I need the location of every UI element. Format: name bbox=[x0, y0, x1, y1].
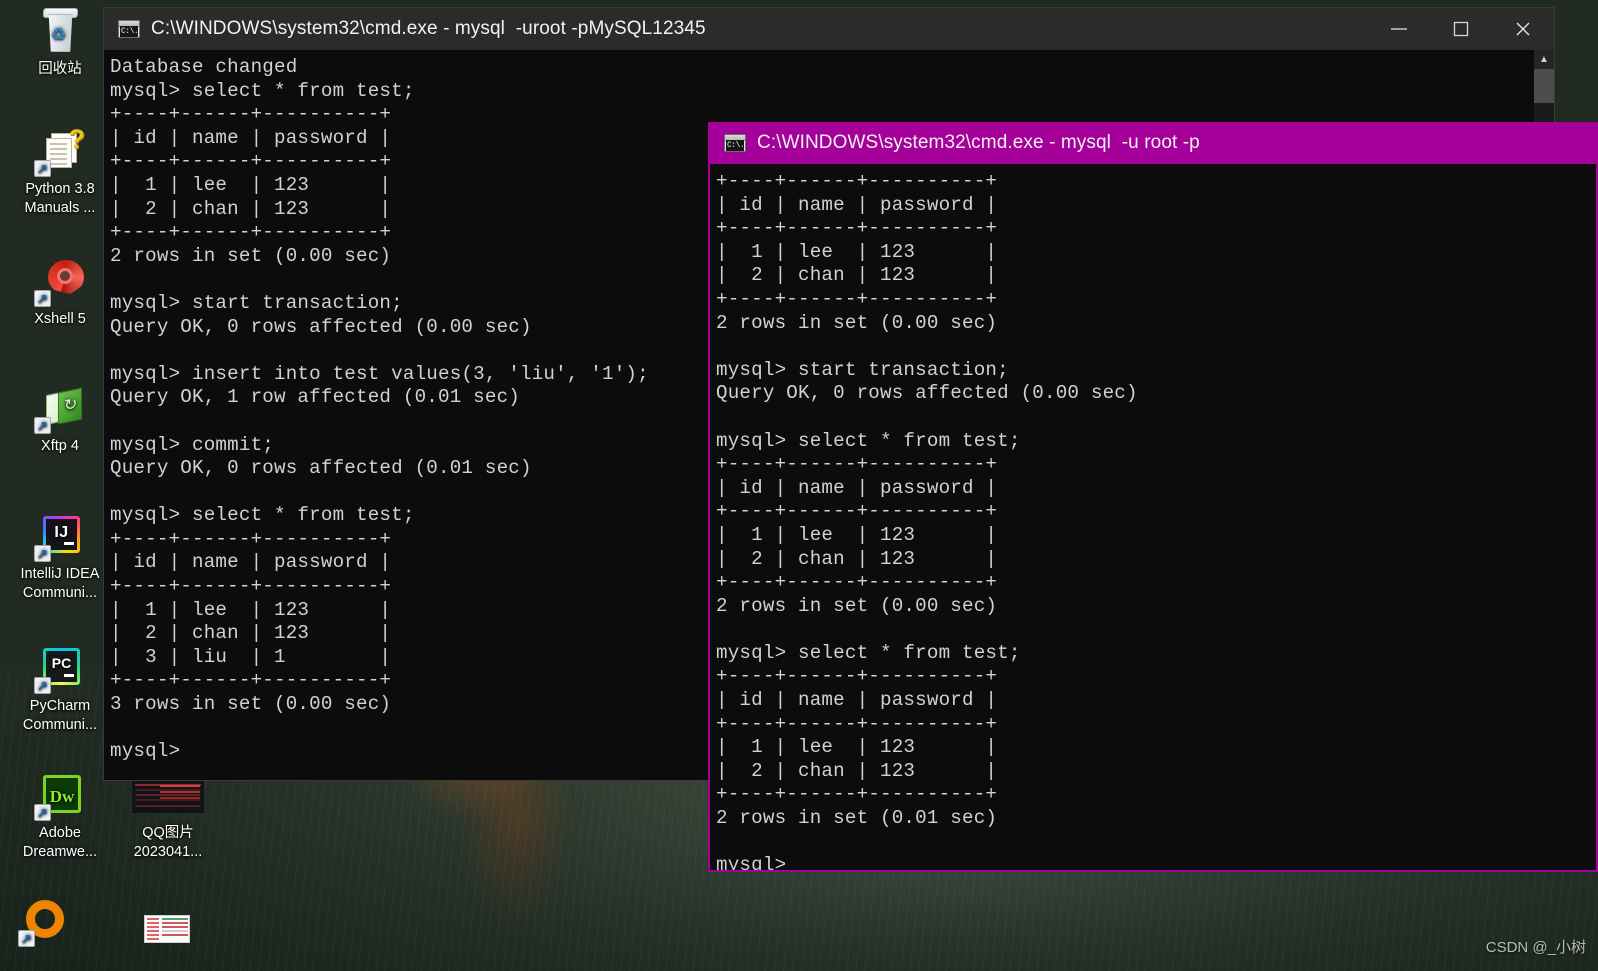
window2-titlebar[interactable]: C:\WINDOWS\system32\cmd.exe - mysql -u r… bbox=[710, 122, 1596, 164]
cmd-console-icon bbox=[724, 134, 746, 152]
dreamweaver-icon bbox=[34, 772, 84, 821]
window2-terminal[interactable]: +----+------+----------+ | id | name | p… bbox=[710, 164, 1596, 870]
desktop-icon-document-thumbnail[interactable] bbox=[136, 905, 196, 957]
recycle-bin-icon bbox=[36, 8, 84, 56]
desktop-icon-qq-image[interactable]: QQ图片 2023041... bbox=[112, 772, 224, 861]
desktop-icon-label: IntelliJ IDEA Communi... bbox=[20, 566, 100, 601]
desktop-icon-intellij-idea[interactable]: IntelliJ IDEA Communi... bbox=[4, 513, 116, 602]
cmd-window-mysql-u-root[interactable]: C:\WINDOWS\system32\cmd.exe - mysql -u r… bbox=[708, 122, 1598, 872]
desktop-icon-adobe-dreamweaver[interactable]: Adobe Dreamwe... bbox=[4, 772, 116, 861]
python-help-doc-icon bbox=[34, 128, 84, 177]
desktop-icon-python-manuals[interactable]: Python 3.8 Manuals ... bbox=[8, 128, 112, 217]
scroll-up-arrow-icon[interactable]: ▲ bbox=[1534, 50, 1554, 69]
orange-ring-icon bbox=[18, 898, 68, 947]
desktop-icon-label: Xshell 5 bbox=[34, 311, 86, 327]
shortcut-arrow-icon bbox=[34, 677, 51, 694]
csdn-watermark: CSDN @_小树 bbox=[1485, 939, 1586, 956]
desktop-icon-label: PyCharm Communi... bbox=[22, 698, 98, 733]
desktop-icon-recycle-bin[interactable]: 回收站 bbox=[8, 8, 112, 79]
shortcut-arrow-icon bbox=[34, 804, 51, 821]
xftp-folder-icon bbox=[34, 385, 84, 434]
shortcut-arrow-icon bbox=[34, 417, 51, 434]
desktop-icon-pycharm[interactable]: PyCharm Communi... bbox=[4, 645, 116, 734]
minimize-button[interactable] bbox=[1368, 8, 1430, 50]
desktop-icon-label: Xftp 4 bbox=[41, 438, 79, 454]
pycharm-icon bbox=[34, 645, 84, 694]
maximize-button[interactable] bbox=[1430, 8, 1492, 50]
close-button[interactable] bbox=[1492, 8, 1554, 50]
window1-titlebar[interactable]: C:\WINDOWS\system32\cmd.exe - mysql -uro… bbox=[104, 8, 1554, 50]
shortcut-arrow-icon bbox=[34, 160, 51, 177]
desktop-icon-xshell-5[interactable]: Xshell 5 bbox=[8, 258, 112, 329]
shortcut-arrow-icon bbox=[34, 545, 51, 562]
window2-title: C:\WINDOWS\system32\cmd.exe - mysql -u r… bbox=[757, 132, 1200, 153]
window1-title: C:\WINDOWS\system32\cmd.exe - mysql -uro… bbox=[151, 18, 706, 39]
window1-controls[interactable] bbox=[1368, 8, 1554, 50]
desktop-icon-label: QQ图片 2023041... bbox=[133, 825, 203, 860]
desktop-icon-label: Python 3.8 Manuals ... bbox=[24, 181, 96, 216]
desktop-icon-xftp-4[interactable]: Xftp 4 bbox=[8, 385, 112, 456]
desktop-icon-label: 回收站 bbox=[38, 61, 82, 77]
desktop-icon-label: Adobe Dreamwe... bbox=[22, 825, 98, 860]
cmd-console-icon bbox=[118, 20, 140, 38]
window2-terminal-output: +----+------+----------+ | id | name | p… bbox=[716, 170, 1138, 870]
shortcut-arrow-icon bbox=[34, 290, 51, 307]
document-thumbnail-icon bbox=[142, 905, 190, 953]
xshell-spiral-icon bbox=[34, 258, 84, 307]
desktop-icon-orange-ring-app[interactable] bbox=[14, 898, 74, 950]
desktop: 回收站 Python 3.8 Manuals ... Xshell 5 Xftp… bbox=[0, 0, 1598, 971]
intellij-idea-icon bbox=[34, 513, 84, 562]
scrollbar-thumb[interactable] bbox=[1534, 69, 1554, 103]
shortcut-arrow-icon bbox=[18, 930, 35, 947]
